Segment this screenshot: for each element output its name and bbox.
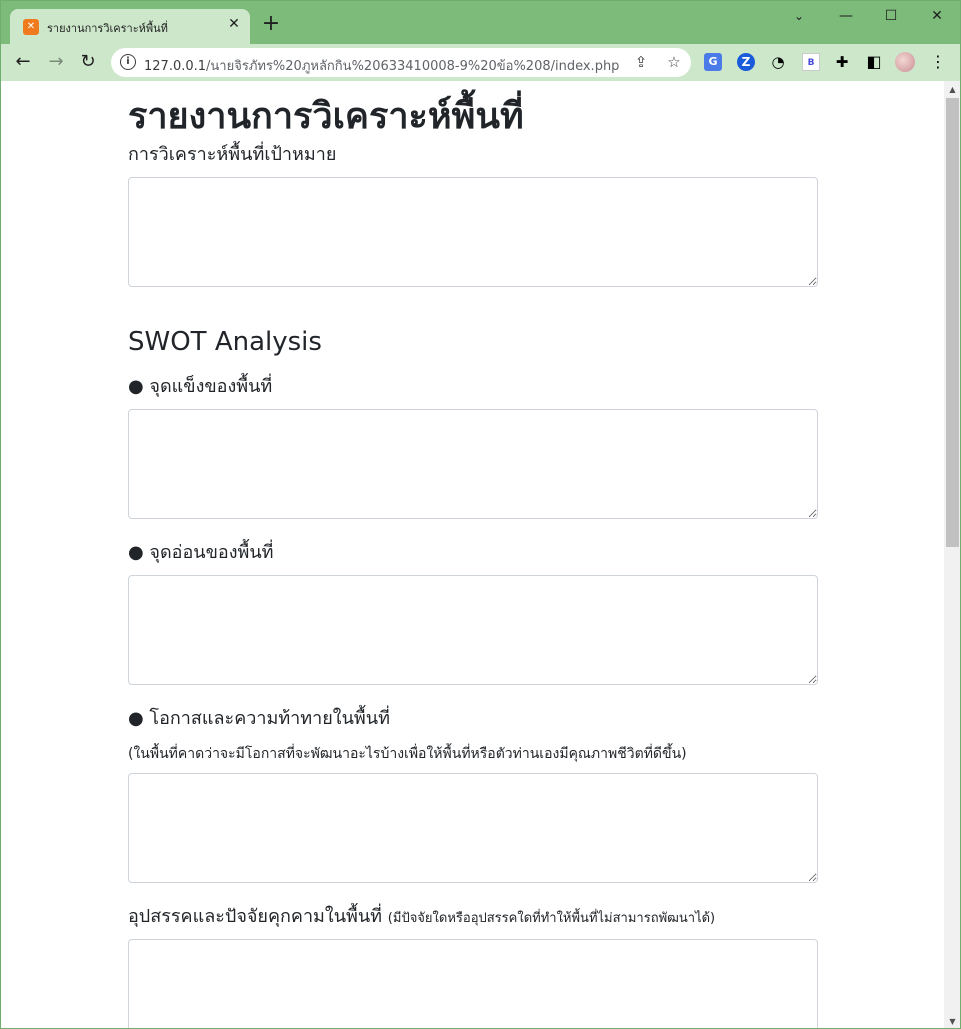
scrollbar-thumb[interactable]	[946, 98, 959, 547]
b-extension-icon[interactable]: B	[802, 53, 820, 71]
speedometer-extension-icon[interactable]: ◔	[769, 53, 787, 71]
browser-tab[interactable]: ✕ รายงานการวิเคราะห์พื้นที่ ✕	[10, 9, 250, 44]
target-area-textarea[interactable]	[128, 177, 818, 287]
page-title: รายงานการวิเคราะห์พื้นที่	[128, 96, 524, 137]
scroll-up-arrow-icon[interactable]: ▲	[944, 81, 960, 98]
scroll-down-arrow-icon[interactable]: ▼	[944, 1013, 960, 1028]
reload-icon[interactable]: ↻	[76, 50, 100, 74]
tab-search-icon[interactable]: ⌄	[787, 5, 811, 27]
threats-textarea[interactable]	[128, 939, 818, 1028]
forward-icon[interactable]: →	[44, 50, 68, 74]
weaknesses-textarea[interactable]	[128, 575, 818, 685]
browser-window: ✕ รายงานการวิเคราะห์พื้นที่ ✕ + ⌄ — ☐ ✕ …	[0, 0, 961, 1029]
side-panel-icon[interactable]: ◧	[865, 53, 883, 71]
profile-avatar[interactable]	[895, 52, 915, 72]
share-icon[interactable]: ⇪	[631, 52, 651, 72]
opportunities-textarea[interactable]	[128, 773, 818, 883]
minimize-button[interactable]: —	[834, 5, 858, 27]
strengths-label: ● จุดแข็งของพื้นที่	[128, 376, 273, 397]
opportunities-label: ● โอกาสและความท้าทายในพื้นที่	[128, 708, 390, 729]
site-info-icon[interactable]: i	[120, 54, 136, 70]
close-window-button[interactable]: ✕	[925, 5, 949, 27]
address-bar[interactable]: i 127.0.0.1/นายจิรภัทร%20ภูหลักกิน%20633…	[111, 48, 691, 77]
tab-close-icon[interactable]: ✕	[225, 15, 243, 33]
weaknesses-label: ● จุดอ่อนของพื้นที่	[128, 542, 274, 563]
swot-heading: SWOT Analysis	[128, 327, 322, 357]
back-icon[interactable]: ←	[11, 50, 35, 74]
url-path: /นายจิรภัทร%20ภูหลักกิน%20633410008-9%20…	[206, 59, 620, 74]
threats-hint: (มีปัจจัยใดหรืออุปสรรคใดที่ทำให้พื้นที่ไ…	[387, 911, 716, 926]
threats-label-row: อุปสรรคและปัจจัยคุกคามในพื้นที่ (มีปัจจั…	[128, 901, 715, 930]
strengths-textarea[interactable]	[128, 409, 818, 519]
extensions-puzzle-icon[interactable]: ✚	[833, 53, 851, 71]
browser-toolbar: ← → ↻ i 127.0.0.1/นายจิรภัทร%20ภูหลักกิน…	[1, 44, 960, 81]
threats-label: อุปสรรคและปัจจัยคุกคามในพื้นที่	[128, 906, 383, 927]
translate-extension-icon[interactable]: G	[704, 53, 722, 71]
target-area-label: การวิเคราะห์พื้นที่เป้าหมาย	[128, 144, 337, 165]
maximize-button[interactable]: ☐	[879, 5, 903, 27]
url-text[interactable]: 127.0.0.1/นายจิรภัทร%20ภูหลักกิน%2063341…	[144, 55, 619, 76]
z-extension-icon[interactable]: Z	[737, 53, 755, 71]
opportunities-hint: (ในพื้นที่คาดว่าจะมีโอกาสที่จะพัฒนาอะไรบ…	[128, 746, 687, 762]
browser-menu-icon[interactable]: ⋮	[929, 53, 947, 71]
xampp-icon: ✕	[23, 19, 39, 35]
tab-title: รายงานการวิเคราะห์พื้นที่	[47, 22, 168, 35]
vertical-scrollbar[interactable]: ▲ ▼	[944, 81, 960, 1028]
new-tab-button[interactable]: +	[261, 13, 281, 35]
tab-strip: ✕ รายงานการวิเคราะห์พื้นที่ ✕ + ⌄ — ☐ ✕	[1, 1, 960, 44]
page-viewport: รายงานการวิเคราะห์พื้นที่ การวิเคราะห์พื…	[1, 81, 944, 1028]
url-host: 127.0.0.1	[144, 59, 207, 74]
bookmark-star-icon[interactable]: ☆	[664, 52, 684, 72]
